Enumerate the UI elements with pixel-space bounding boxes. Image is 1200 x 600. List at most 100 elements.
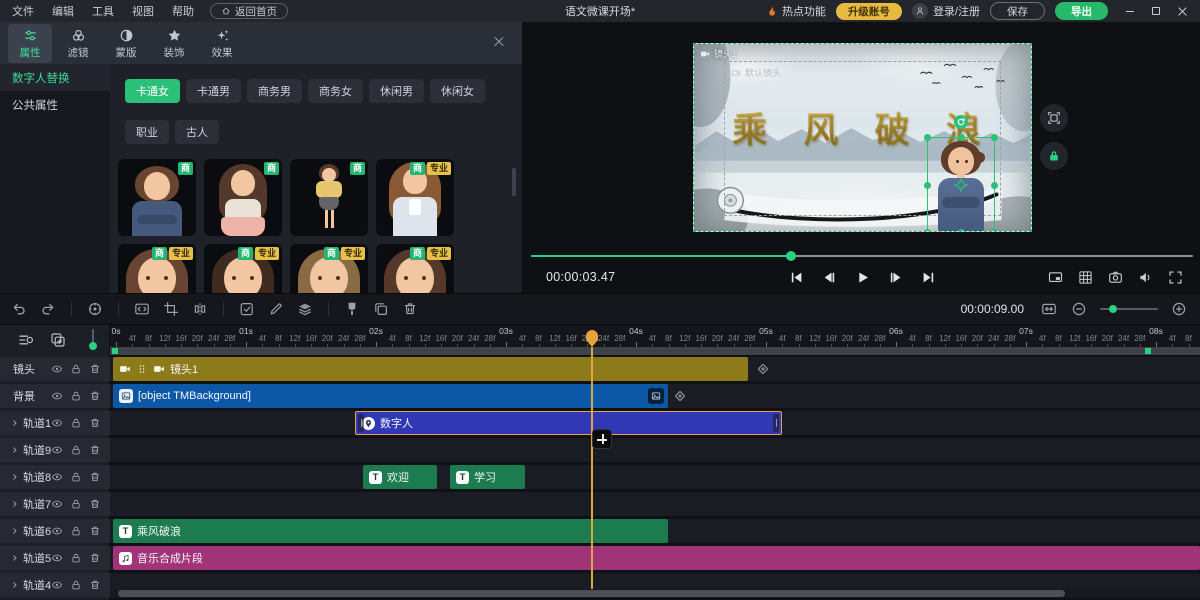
- lock-button[interactable]: [1040, 142, 1068, 170]
- play-button[interactable]: [854, 269, 871, 286]
- pencil-button[interactable]: [267, 300, 285, 318]
- clip-effect-chip[interactable]: [648, 388, 664, 404]
- avatar-card-3[interactable]: 商: [290, 159, 368, 236]
- range-end-marker[interactable]: [1145, 348, 1151, 354]
- timeline-hscroll-thumb[interactable]: [118, 590, 1065, 597]
- back-home-button[interactable]: 返回首页: [210, 3, 288, 19]
- timeline-zoom-slider[interactable]: [1100, 308, 1158, 310]
- lock-track-button[interactable]: [70, 417, 82, 429]
- prev-frame-button[interactable]: [821, 269, 838, 286]
- delete-track-button[interactable]: [89, 417, 101, 429]
- delete-track-button[interactable]: [89, 525, 101, 537]
- panel-scrollbar[interactable]: [512, 168, 516, 196]
- add-track-icon[interactable]: [50, 332, 66, 348]
- avatar-card-1[interactable]: 商: [118, 159, 196, 236]
- layers-button[interactable]: [296, 300, 314, 318]
- lock-track-button[interactable]: [70, 471, 82, 483]
- track-header-背景[interactable]: 背景: [0, 384, 110, 408]
- lock-track-button[interactable]: [70, 390, 82, 402]
- selcheck-button[interactable]: [238, 300, 256, 318]
- zoom-in-button[interactable]: [1170, 300, 1188, 318]
- track-lane-背景[interactable]: [object TMBackground]: [110, 384, 1200, 408]
- save-button[interactable]: 保存: [990, 2, 1045, 20]
- minimize-button[interactable]: [1124, 5, 1136, 17]
- delete-track-button[interactable]: [89, 552, 101, 564]
- anchor-point-icon[interactable]: [953, 177, 969, 193]
- delete-track-button[interactable]: [89, 471, 101, 483]
- undo-button[interactable]: [10, 300, 28, 318]
- preview-progress-bar[interactable]: [531, 255, 1193, 257]
- lock-track-button[interactable]: [70, 444, 82, 456]
- avatar-card-7[interactable]: 商专业: [290, 244, 368, 293]
- rotate-handle[interactable]: [954, 115, 968, 129]
- brush-button[interactable]: [343, 300, 361, 318]
- track-header-轨道5[interactable]: 轨道5: [0, 546, 110, 570]
- lock-track-button[interactable]: [70, 525, 82, 537]
- track-header-轨道7[interactable]: 轨道7: [0, 492, 110, 516]
- ruler[interactable]: 0s4f8f12f16f20f24f28f01s4f8f12f16f20f24f…: [110, 325, 1200, 347]
- tab-装饰[interactable]: 装饰: [152, 24, 196, 63]
- progress-handle[interactable]: [786, 251, 796, 261]
- fit-timeline-button[interactable]: [1040, 300, 1058, 318]
- toggle-visibility-button[interactable]: [51, 552, 63, 564]
- track-lane-轨道10[interactable]: 数字人: [110, 411, 1200, 435]
- lock-track-button[interactable]: [70, 579, 82, 591]
- playhead-handle[interactable]: [586, 330, 598, 342]
- anchor-button[interactable]: [86, 300, 104, 318]
- toggle-visibility-button[interactable]: [51, 471, 63, 483]
- maximize-button[interactable]: [1150, 5, 1162, 17]
- track-header-轨道10[interactable]: 轨道10: [0, 411, 110, 435]
- mirror-button[interactable]: [191, 300, 209, 318]
- timeline-lanes[interactable]: 0s4f8f12f16f20f24f28f01s4f8f12f16f20f24f…: [110, 325, 1200, 600]
- sidebar-item-公共属性[interactable]: 公共属性: [0, 91, 110, 118]
- track-height-slider[interactable]: [92, 329, 94, 345]
- lock-track-button[interactable]: [70, 363, 82, 375]
- track-height-handle[interactable]: [89, 342, 97, 350]
- next-frame-button[interactable]: [887, 269, 904, 286]
- chip-古人[interactable]: 古人: [175, 120, 219, 144]
- clip-学习[interactable]: T学习: [450, 465, 525, 489]
- crop-button[interactable]: [162, 300, 180, 318]
- tab-蒙版[interactable]: 蒙版: [104, 24, 148, 63]
- track-lane-轨道6[interactable]: T乘风破浪: [110, 519, 1200, 543]
- hot-features-button[interactable]: 热点功能: [766, 3, 826, 19]
- track-list-icon[interactable]: [18, 332, 34, 348]
- clip-音乐合成片段[interactable]: 音乐合成片段: [113, 546, 1200, 570]
- tab-效果[interactable]: 效果: [200, 24, 244, 63]
- clip-数字人[interactable]: 数字人: [355, 411, 782, 435]
- menu-工具[interactable]: 工具: [92, 3, 114, 19]
- track-lane-镜头[interactable]: 镜头1: [110, 357, 1200, 381]
- delete-track-button[interactable]: [89, 498, 101, 510]
- track-lane-轨道5[interactable]: 音乐合成片段: [110, 546, 1200, 570]
- snapshot-button[interactable]: [1107, 269, 1124, 286]
- add-keyframe-button[interactable]: [755, 361, 771, 377]
- toggle-visibility-button[interactable]: [51, 417, 63, 429]
- track-lane-轨道9[interactable]: [110, 438, 1200, 462]
- skip-end-button[interactable]: [920, 269, 937, 286]
- zoom-slider-handle[interactable]: [1109, 305, 1117, 313]
- zoom-out-button[interactable]: [1070, 300, 1088, 318]
- export-button[interactable]: 导出: [1055, 2, 1108, 20]
- track-header-轨道9[interactable]: 轨道9: [0, 438, 110, 462]
- clip-trim-left[interactable]: [358, 414, 364, 432]
- video-canvas[interactable]: 乘 风 破 浪 默认镜头 镜头1: [693, 43, 1032, 232]
- avatar-card-4[interactable]: 商专业: [376, 159, 454, 236]
- add-keyframe-button[interactable]: [672, 388, 688, 404]
- chip-商务女[interactable]: 商务女: [308, 79, 363, 103]
- sidebar-item-数字人替换[interactable]: 数字人替换: [0, 64, 110, 91]
- add-at-playhead-button[interactable]: [592, 429, 612, 449]
- menu-帮助[interactable]: 帮助: [172, 3, 194, 19]
- toggle-visibility-button[interactable]: [51, 444, 63, 456]
- avatar-card-5[interactable]: 商专业: [118, 244, 196, 293]
- delete-track-button[interactable]: [89, 444, 101, 456]
- timeline-hscroll[interactable]: [110, 589, 1200, 598]
- chip-职业[interactable]: 职业: [125, 120, 169, 144]
- menu-视图[interactable]: 视图: [132, 3, 154, 19]
- toggle-visibility-button[interactable]: [51, 525, 63, 537]
- login-button[interactable]: 登录/注册: [912, 3, 980, 19]
- lock-track-button[interactable]: [70, 552, 82, 564]
- code-button[interactable]: [133, 300, 151, 318]
- avatar-card-6[interactable]: 商专业: [204, 244, 282, 293]
- delete-track-button[interactable]: [89, 390, 101, 402]
- close-button[interactable]: [1176, 5, 1188, 17]
